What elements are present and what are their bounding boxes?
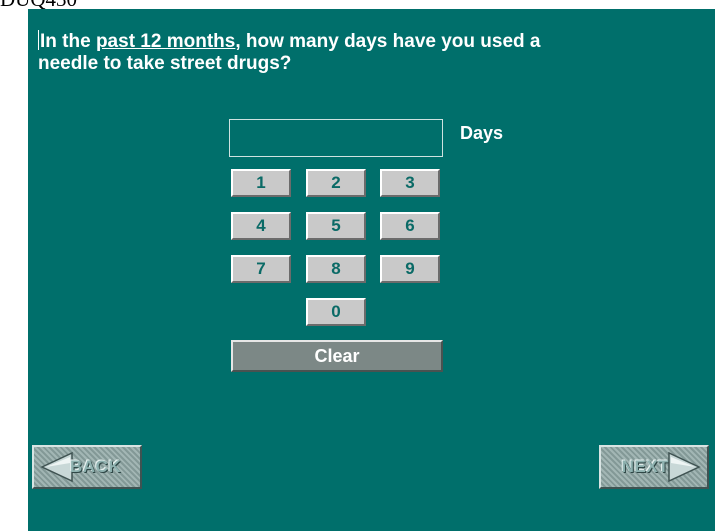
- key-2[interactable]: 2: [306, 169, 366, 197]
- key-9[interactable]: 9: [380, 255, 440, 283]
- right-arrow-icon: [668, 452, 701, 482]
- key-5[interactable]: 5: [306, 212, 366, 240]
- key-7[interactable]: 7: [231, 255, 291, 283]
- left-arrow-icon: [40, 452, 73, 482]
- question-line-2: needle to take street drugs?: [38, 53, 292, 74]
- clear-button[interactable]: Clear: [231, 340, 443, 372]
- key-8[interactable]: 8: [306, 255, 366, 283]
- question-emphasis: past 12 months: [95, 31, 236, 52]
- item-code-label: DUQ430: [0, 0, 77, 10]
- text-cursor: [38, 30, 39, 50]
- next-button[interactable]: NEXT: [599, 445, 709, 489]
- key-6[interactable]: 6: [380, 212, 440, 240]
- days-answer-field[interactable]: [229, 119, 443, 157]
- back-button[interactable]: BACK: [32, 445, 142, 489]
- key-3[interactable]: 3: [380, 169, 440, 197]
- next-button-label: NEXT: [621, 457, 669, 476]
- days-unit-label: Days: [460, 123, 504, 143]
- question-prefix: In the: [40, 31, 96, 52]
- key-4[interactable]: 4: [231, 212, 291, 240]
- question-text: In the past 12 months, how many days hav…: [38, 30, 698, 75]
- back-button-label: BACK: [70, 457, 122, 476]
- question-panel: In the past 12 months, how many days hav…: [28, 9, 715, 531]
- key-0[interactable]: 0: [306, 298, 366, 326]
- key-1[interactable]: 1: [231, 169, 291, 197]
- question-suffix: , how many days have you used a: [235, 31, 541, 52]
